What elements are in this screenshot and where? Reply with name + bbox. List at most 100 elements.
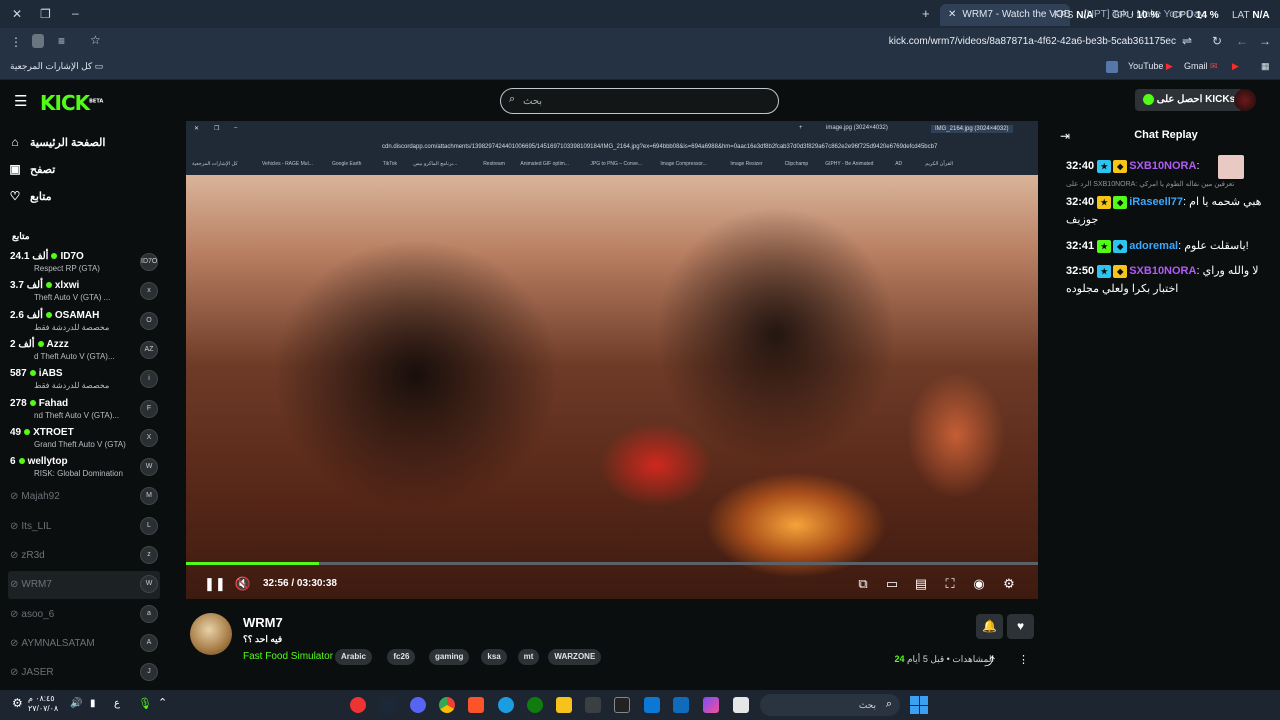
search-box[interactable]: ⌕ <box>500 88 779 114</box>
chat-username[interactable]: adoremal <box>1129 240 1178 252</box>
sidebar-channel[interactable]: 24.1 ألف ID7O Respect RP (GTA) ID7O <box>8 249 160 277</box>
store-icon[interactable] <box>644 697 660 713</box>
apps-grid-icon[interactable]: ▦ <box>1261 61 1270 72</box>
tag-chip[interactable]: Arabic <box>335 649 372 665</box>
site-settings-icon[interactable]: ⇌ <box>1182 34 1192 48</box>
channel-name[interactable]: WRM7 <box>243 615 283 630</box>
sidebar-channel[interactable]: ⊘ JASER J <box>8 659 160 687</box>
search-input[interactable] <box>523 93 763 109</box>
network-icon[interactable]: ▮ <box>90 698 96 709</box>
reload-icon[interactable]: ↻ <box>1212 34 1222 48</box>
tag-chip[interactable]: gaming <box>429 649 470 665</box>
mute-icon[interactable]: 🔇 <box>234 575 252 593</box>
mail-icon[interactable] <box>673 697 689 713</box>
forward-arrow-icon[interactable]: ← <box>1236 34 1248 48</box>
menu-dots-icon[interactable]: ⋮ <box>10 35 22 49</box>
sidebar-channel[interactable]: ⊘ Its_LIL L <box>8 513 160 541</box>
file-explorer-icon[interactable] <box>556 697 572 713</box>
reading-list-icon[interactable]: ≡ <box>58 34 65 48</box>
tag-chip[interactable]: fc26 <box>387 649 416 665</box>
close-window-icon[interactable]: ✕ <box>12 7 22 21</box>
kick-logo[interactable]: KICKBETA <box>40 91 103 115</box>
hamburger-menu-icon[interactable]: ☰ <box>14 92 27 110</box>
tag-chip[interactable]: WARZONE <box>548 649 602 665</box>
sidebar-channel[interactable]: 6 wellytop RISK: Global Domination W <box>8 454 160 482</box>
youtube-icon[interactable]: ▶ <box>1232 61 1239 72</box>
tag-chip[interactable]: ksa <box>481 649 507 665</box>
extension-icon[interactable] <box>32 34 44 48</box>
chrome-icon[interactable] <box>439 697 455 713</box>
tag-chip[interactable]: mt <box>517 649 540 665</box>
more-options-icon[interactable]: ⋮ <box>1018 653 1029 666</box>
chat-message[interactable]: 32:40 ★ ◆ iRaseell77: هبي شحمه يا ام جوزيف <box>1066 193 1272 229</box>
progress-bar[interactable] <box>186 562 1038 565</box>
pause-icon[interactable]: ❚❚ <box>204 575 226 593</box>
chat-message[interactable]: 32:41 ★ ◆ adoremal: ياسقلت علوم! <box>1066 237 1272 255</box>
channel-row-title: 3.7 ألف xlxwi <box>10 280 79 291</box>
sidebar-channel[interactable]: ⊘ AYMNALSATAM A <box>8 630 160 658</box>
steam-icon[interactable] <box>380 697 396 713</box>
sidebar-channel[interactable]: ⊘ asoo_6 a <box>8 601 160 629</box>
new-tab-button[interactable]: + <box>922 6 930 21</box>
stream-category[interactable]: Fast Food Simulator <box>243 651 333 662</box>
sidebar-channel[interactable]: ⊘ zR3d z <box>8 542 160 570</box>
url-field[interactable]: kick.com/wrm7/videos/8a87871a-4f62-42a6-… <box>889 36 1176 47</box>
restore-window-icon[interactable]: ❐ <box>40 7 51 21</box>
sidebar-channel[interactable]: ⊘ Majah92 M <box>8 483 160 511</box>
nav-following[interactable]: ♡ متابع <box>8 187 158 207</box>
speed-icon[interactable]: ◉ <box>970 575 988 593</box>
sidebar-channel[interactable]: 278 Fahad nd Theft Auto V (GTA)... F <box>8 396 160 424</box>
nav-browse[interactable]: ▣ تصفح <box>8 160 158 180</box>
channel-info: WRM7 فيه احد ؟؟ Fast Food Simulator Arab… <box>186 605 1038 685</box>
bookmark-star-icon[interactable]: ☆ <box>90 33 101 47</box>
channel-avatar[interactable] <box>190 613 232 655</box>
follow-heart-button[interactable]: ♥ <box>1007 614 1034 639</box>
brave-icon[interactable] <box>468 697 484 713</box>
get-kicks-button[interactable]: احصل على KICKs <box>1135 89 1244 111</box>
minimize-window-icon[interactable]: – <box>72 6 79 20</box>
youtube-bookmark[interactable]: YouTube ▶ <box>1128 61 1173 72</box>
back-arrow-icon[interactable]: → <box>1259 34 1271 48</box>
bookmark-app-icon[interactable] <box>1106 61 1118 73</box>
copilot-icon[interactable] <box>703 697 719 713</box>
language-indicator[interactable]: ع <box>114 698 120 709</box>
video-player[interactable]: ✕ ❐ – + image.jpg (3024×4032) IMG_2164.j… <box>186 121 1038 599</box>
chat-username[interactable]: iRaseell77 <box>1129 196 1183 208</box>
volume-icon[interactable]: 🔊 <box>70 698 82 709</box>
all-bookmarks-link[interactable]: كل الإشارات المرجعية ▭ <box>10 61 103 72</box>
settings-gear-icon[interactable]: ⚙ <box>1000 575 1018 593</box>
sidebar-channel[interactable]: 3.7 ألف xlxwi Theft Auto V (GTA) ... x <box>8 278 160 306</box>
edge-icon[interactable] <box>498 697 514 713</box>
clip-icon[interactable]: ⧉ <box>854 575 872 593</box>
microphone-icon[interactable]: 🎙 <box>138 697 152 710</box>
tab-active[interactable]: ✕WRM7 - Watch the VOD on Kic <box>940 4 1070 26</box>
fullscreen-icon[interactable]: ⛶ <box>941 575 959 593</box>
discord-icon[interactable] <box>410 697 426 713</box>
sidebar-channel[interactable]: 587 iABS مخصصة للدردشة فقط i <box>8 366 160 394</box>
gmail-bookmark[interactable]: Gmail ✉ <box>1184 61 1218 72</box>
sidebar-channel[interactable]: 2.6 ألف OSAMAH مخصصة للدردشة فقط O <box>8 308 160 336</box>
windows-start-icon[interactable] <box>910 696 928 714</box>
close-tab-icon[interactable]: ✕ <box>948 9 956 20</box>
app-icon-1[interactable] <box>350 697 366 713</box>
theater-icon[interactable]: ▭ <box>883 575 901 593</box>
chat-message[interactable]: 32:50 ★ ◆ SXB10NORA: لا والله وراي اختبار … <box>1066 262 1272 298</box>
xbox-icon[interactable] <box>527 697 543 713</box>
sidebar-channel[interactable]: 49 XTROET Grand Theft Auto V (GTA) X <box>8 425 160 453</box>
chat-username[interactable]: SXB10NORA <box>1129 265 1196 277</box>
tray-chevron-icon[interactable]: ⌃ <box>158 696 167 709</box>
chat-username[interactable]: SXB10NORA <box>1129 160 1196 172</box>
app-icon-2[interactable] <box>585 697 601 713</box>
settings-gear-icon[interactable]: ⚙ <box>12 696 23 710</box>
taskbar-search[interactable]: ⌕ بحث <box>760 694 900 716</box>
app-icon-3[interactable] <box>614 697 630 713</box>
sidebar-channel[interactable]: ⊘ WRM7 W <box>8 571 160 600</box>
miniplayer-icon[interactable]: ▤ <box>912 575 930 593</box>
notify-bell-button[interactable]: 🔔 <box>976 614 1003 639</box>
share-icon[interactable]: ⤴ <box>984 653 995 669</box>
task-view-icon[interactable] <box>733 697 749 713</box>
nav-home[interactable]: ⌂ الصفحة الرئيسية <box>8 133 158 153</box>
clock[interactable]: ٠٨:٤٥ م ٢٧/٠٧/٠٨ <box>28 694 58 714</box>
user-avatar[interactable] <box>1234 89 1256 111</box>
sidebar-channel[interactable]: 2 ألف Azzz d Theft Auto V (GTA)... AZ <box>8 337 160 365</box>
